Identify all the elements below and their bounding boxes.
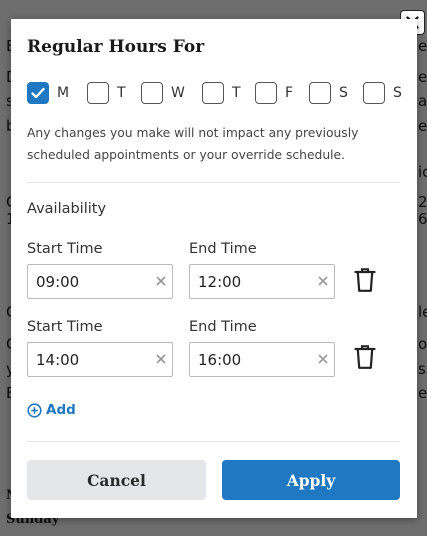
checkbox[interactable] xyxy=(309,82,331,104)
end-time-value: 16:00 xyxy=(198,350,242,369)
clear-icon[interactable] xyxy=(154,274,168,288)
start-time-value: 09:00 xyxy=(36,272,80,291)
start-time-input[interactable]: 09:00 xyxy=(27,264,173,299)
end-time-value: 12:00 xyxy=(198,272,242,291)
checkbox[interactable] xyxy=(363,82,385,104)
checkbox[interactable] xyxy=(255,82,277,104)
clear-icon[interactable] xyxy=(316,274,330,288)
trash-icon[interactable] xyxy=(354,267,376,293)
cancel-button[interactable]: Cancel xyxy=(27,460,206,500)
modal-title: Regular Hours For xyxy=(27,37,205,57)
day-label: T xyxy=(117,85,126,101)
day-checkbox-thursday[interactable]: T xyxy=(202,81,241,105)
apply-button[interactable]: Apply xyxy=(222,460,400,500)
clear-icon[interactable] xyxy=(316,352,330,366)
day-checkbox-saturday[interactable]: S xyxy=(309,81,348,105)
checkbox[interactable] xyxy=(27,82,49,104)
clear-icon[interactable] xyxy=(154,352,168,366)
day-selector: M T W T F S S xyxy=(27,81,407,105)
add-time-slot-link[interactable]: Add xyxy=(27,402,76,418)
plus-circle-icon xyxy=(27,402,42,418)
start-time-label: Start Time xyxy=(27,319,103,335)
divider xyxy=(27,441,400,442)
day-label: S xyxy=(393,85,402,101)
day-label: T xyxy=(232,85,241,101)
day-checkbox-sunday[interactable]: S xyxy=(363,81,402,105)
day-checkbox-wednesday[interactable]: W xyxy=(141,81,185,105)
end-time-label: End Time xyxy=(189,319,257,335)
divider xyxy=(27,182,400,183)
start-time-input[interactable]: 14:00 xyxy=(27,342,173,377)
start-time-label: Start Time xyxy=(27,241,103,257)
start-time-value: 14:00 xyxy=(36,350,80,369)
checkbox[interactable] xyxy=(141,82,163,104)
day-label: M xyxy=(57,85,70,101)
day-checkbox-monday[interactable]: M xyxy=(27,81,69,105)
changes-note: Any changes you make will not impact any… xyxy=(27,126,359,162)
end-time-input[interactable]: 16:00 xyxy=(189,342,335,377)
add-label: Add xyxy=(46,402,76,418)
regular-hours-modal: Regular Hours For M T W T F S S Any chan… xyxy=(11,19,417,518)
end-time-label: End Time xyxy=(189,241,257,257)
day-label: F xyxy=(285,85,294,101)
day-checkbox-friday[interactable]: F xyxy=(255,81,293,105)
trash-icon[interactable] xyxy=(354,344,376,370)
day-checkbox-tuesday[interactable]: T xyxy=(87,81,126,105)
checkbox[interactable] xyxy=(202,82,224,104)
day-label: W xyxy=(171,85,185,101)
checkmark-icon xyxy=(31,87,45,99)
checkbox[interactable] xyxy=(87,82,109,104)
day-label: S xyxy=(339,85,348,101)
availability-title: Availability xyxy=(27,201,107,217)
end-time-input[interactable]: 12:00 xyxy=(189,264,335,299)
